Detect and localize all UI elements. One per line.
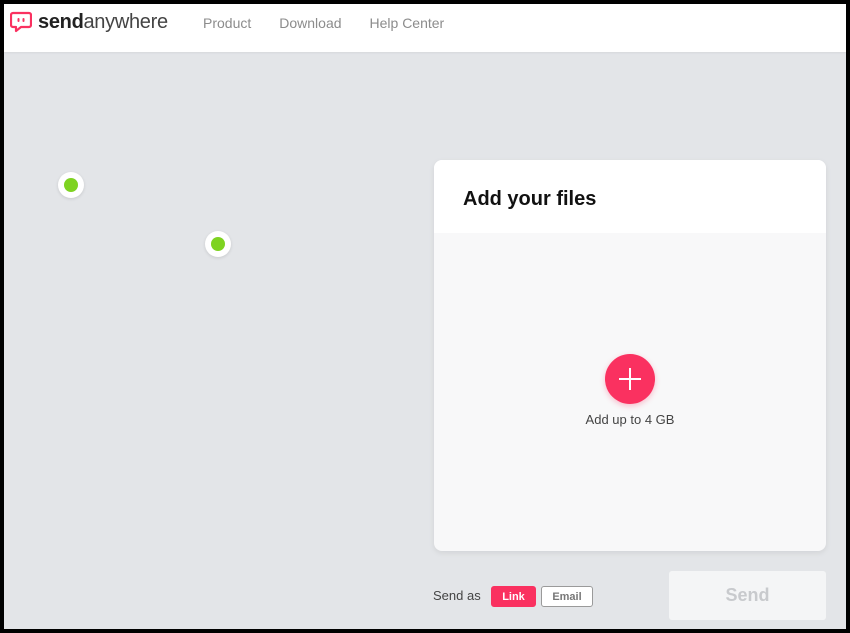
device-marker: [58, 172, 84, 198]
send-as-email-toggle[interactable]: Email: [541, 586, 593, 607]
upload-card-title: Add your files: [463, 188, 597, 210]
upload-limit-text: Add up to 4 GB: [585, 412, 675, 427]
brand-name-bold: send: [38, 10, 84, 33]
brand-logo[interactable]: sendanywhere: [9, 10, 168, 34]
send-as-label: Send as: [433, 588, 481, 603]
brand-name-light: anywhere: [83, 10, 168, 33]
app-window: sendanywhere Product Download Help Cente…: [4, 4, 846, 629]
add-files-button[interactable]: [605, 354, 655, 404]
send-anywhere-logo-icon: [9, 11, 33, 33]
upload-card-header: Add your files: [434, 160, 826, 233]
top-header: sendanywhere Product Download Help Cente…: [4, 4, 846, 52]
nav-download[interactable]: Download: [279, 15, 341, 31]
brand-name: sendanywhere: [38, 11, 168, 34]
upload-card: Add your files Add up to 4 GB: [434, 160, 826, 551]
send-button[interactable]: Send: [669, 571, 826, 620]
main-nav: Product Download Help Center: [203, 15, 472, 31]
nav-help-center[interactable]: Help Center: [370, 15, 445, 31]
send-as-link-toggle[interactable]: Link: [491, 586, 536, 607]
nav-product[interactable]: Product: [203, 15, 251, 31]
device-marker: [205, 231, 231, 257]
